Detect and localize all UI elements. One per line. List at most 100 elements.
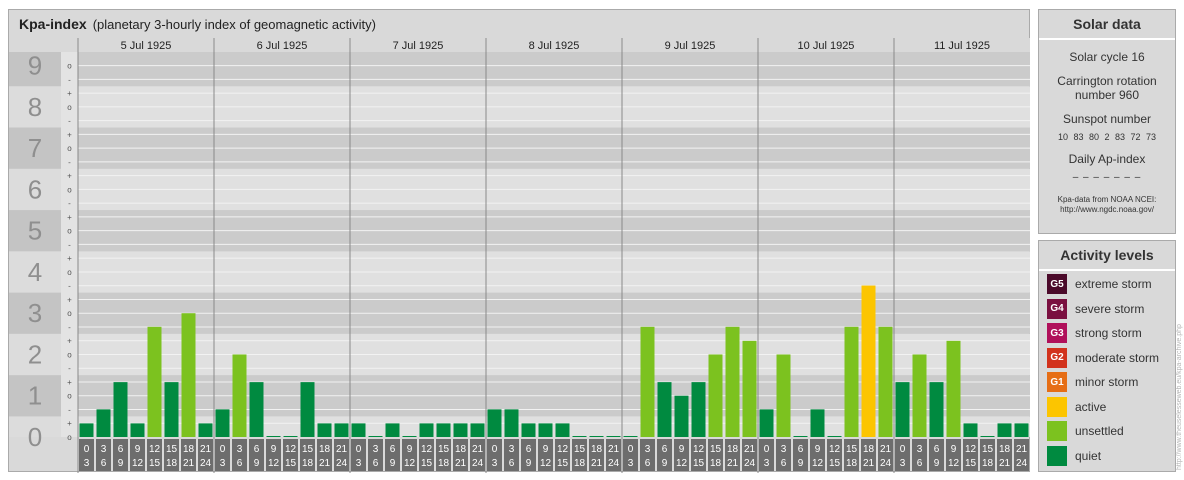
kp-bar	[249, 382, 264, 437]
minor-tick-mark: -	[68, 405, 71, 414]
legend-label: minor storm	[1075, 375, 1139, 389]
day-label: 5 Jul 1925	[121, 40, 172, 52]
interval-start-label: 12	[149, 444, 161, 455]
minor-tick-mark: +	[67, 130, 72, 139]
interval-end-label: 18	[438, 458, 450, 469]
legend-label: active	[1075, 399, 1107, 414]
interval-start-label: 15	[438, 444, 450, 455]
interval-start-label: 6	[390, 444, 396, 455]
legend-item: G1 minor storm	[1047, 372, 1138, 392]
kp-bar	[759, 409, 774, 437]
interval-end-label: 18	[574, 458, 586, 469]
y-tick-label: 4	[28, 257, 42, 287]
minor-tick-mark: o	[67, 144, 72, 153]
interval-start-label: 9	[135, 444, 141, 455]
kp-bar	[198, 423, 213, 437]
interval-end-label: 3	[220, 458, 226, 469]
legend-swatch: G5	[1047, 274, 1067, 294]
interval-end-label: 24	[880, 458, 892, 469]
kp-bar	[436, 423, 451, 437]
day-label: 10 Jul 1925	[798, 40, 855, 52]
kp-bar	[504, 409, 519, 437]
data-source-note: Kpa-data from NOAA NCEI: http://www.ngdc…	[1039, 195, 1175, 215]
chart-title: Kpa-index	[19, 16, 87, 32]
interval-end-label: 3	[492, 458, 498, 469]
legend-label: unsettled	[1075, 424, 1124, 438]
kp-bar	[402, 436, 417, 437]
interval-start-label: 9	[951, 444, 957, 455]
kp-bar	[623, 436, 638, 437]
interval-start-label: 3	[373, 444, 379, 455]
interval-end-label: 6	[509, 458, 515, 469]
data-source-link[interactable]: http://www.ngdc.noaa.gov/	[1039, 205, 1175, 215]
minor-tick-mark: +	[67, 337, 72, 346]
interval-end-label: 21	[319, 458, 331, 469]
kp-bar	[827, 436, 842, 437]
minor-tick-mark: -	[68, 199, 71, 208]
interval-start-label: 12	[421, 444, 433, 455]
kp-bar	[300, 382, 315, 437]
interval-start-label: 21	[880, 444, 892, 455]
legend-label: severe storm	[1075, 301, 1145, 316]
interval-end-label: 21	[591, 458, 603, 469]
kp-bar	[555, 423, 570, 437]
interval-start-label: 0	[628, 444, 634, 455]
interval-end-label: 15	[965, 458, 977, 469]
interval-end-label: 12	[812, 458, 824, 469]
minor-tick-mark: o	[67, 62, 72, 71]
interval-start-label: 0	[900, 444, 906, 455]
minor-tick-mark: -	[68, 364, 71, 373]
y-tick-label: 3	[28, 298, 42, 328]
carrington-rotation: Carrington rotation number 960	[1039, 74, 1175, 102]
kp-bar	[946, 340, 961, 437]
kp-bar	[147, 326, 162, 437]
kp-bar	[589, 436, 604, 437]
interval-end-label: 6	[373, 458, 379, 469]
kp-bar	[708, 354, 723, 437]
interval-start-label: 12	[693, 444, 705, 455]
interval-end-label: 3	[764, 458, 770, 469]
minor-tick-mark: -	[68, 323, 71, 332]
legend-item: unsettled	[1047, 421, 1124, 441]
interval-end-label: 15	[285, 458, 297, 469]
kp-bar	[538, 423, 553, 437]
kp-bar	[912, 354, 927, 437]
legend-item: quiet	[1047, 445, 1101, 466]
interval-end-label: 15	[421, 458, 433, 469]
interval-end-label: 15	[829, 458, 841, 469]
legend-item: active	[1047, 396, 1107, 417]
kp-bar	[368, 436, 383, 437]
interval-start-label: 0	[492, 444, 498, 455]
interval-start-label: 12	[557, 444, 569, 455]
interval-start-label: 6	[934, 444, 940, 455]
minor-tick-mark: o	[67, 309, 72, 318]
day-label: 6 Jul 1925	[257, 40, 308, 52]
interval-end-label: 3	[628, 458, 634, 469]
kp-bar	[419, 423, 434, 437]
kp-bar	[385, 423, 400, 437]
minor-tick-mark: -	[68, 158, 71, 167]
interval-end-label: 21	[727, 458, 739, 469]
activity-panel-title: Activity levels	[1039, 241, 1175, 271]
solar-cycle: Solar cycle 16	[1069, 50, 1145, 64]
interval-end-label: 9	[798, 458, 804, 469]
sunspot-title: Sunspot number	[1062, 112, 1152, 126]
interval-end-label: 18	[846, 458, 858, 469]
interval-start-label: 15	[710, 444, 722, 455]
interval-end-label: 15	[149, 458, 161, 469]
minor-tick-mark: +	[67, 254, 72, 263]
interval-end-label: 21	[183, 458, 195, 469]
minor-tick-mark: -	[68, 240, 71, 249]
interval-start-label: 12	[285, 444, 297, 455]
kpa-chart: 0123456789o+-o+-o+-o+-o+-o+-o+-o+-o+-o5 …	[9, 38, 1030, 473]
kp-bar	[487, 409, 502, 437]
solar-data-panel: Solar data Solar cycle 16 Carrington rot…	[1038, 9, 1176, 234]
interval-end-label: 9	[254, 458, 260, 469]
interval-end-label: 21	[455, 458, 467, 469]
interval-end-label: 12	[948, 458, 960, 469]
interval-end-label: 6	[101, 458, 107, 469]
interval-start-label: 21	[744, 444, 756, 455]
minor-tick-mark: o	[67, 268, 72, 277]
interval-start-label: 21	[472, 444, 484, 455]
kp-bar	[96, 409, 111, 437]
